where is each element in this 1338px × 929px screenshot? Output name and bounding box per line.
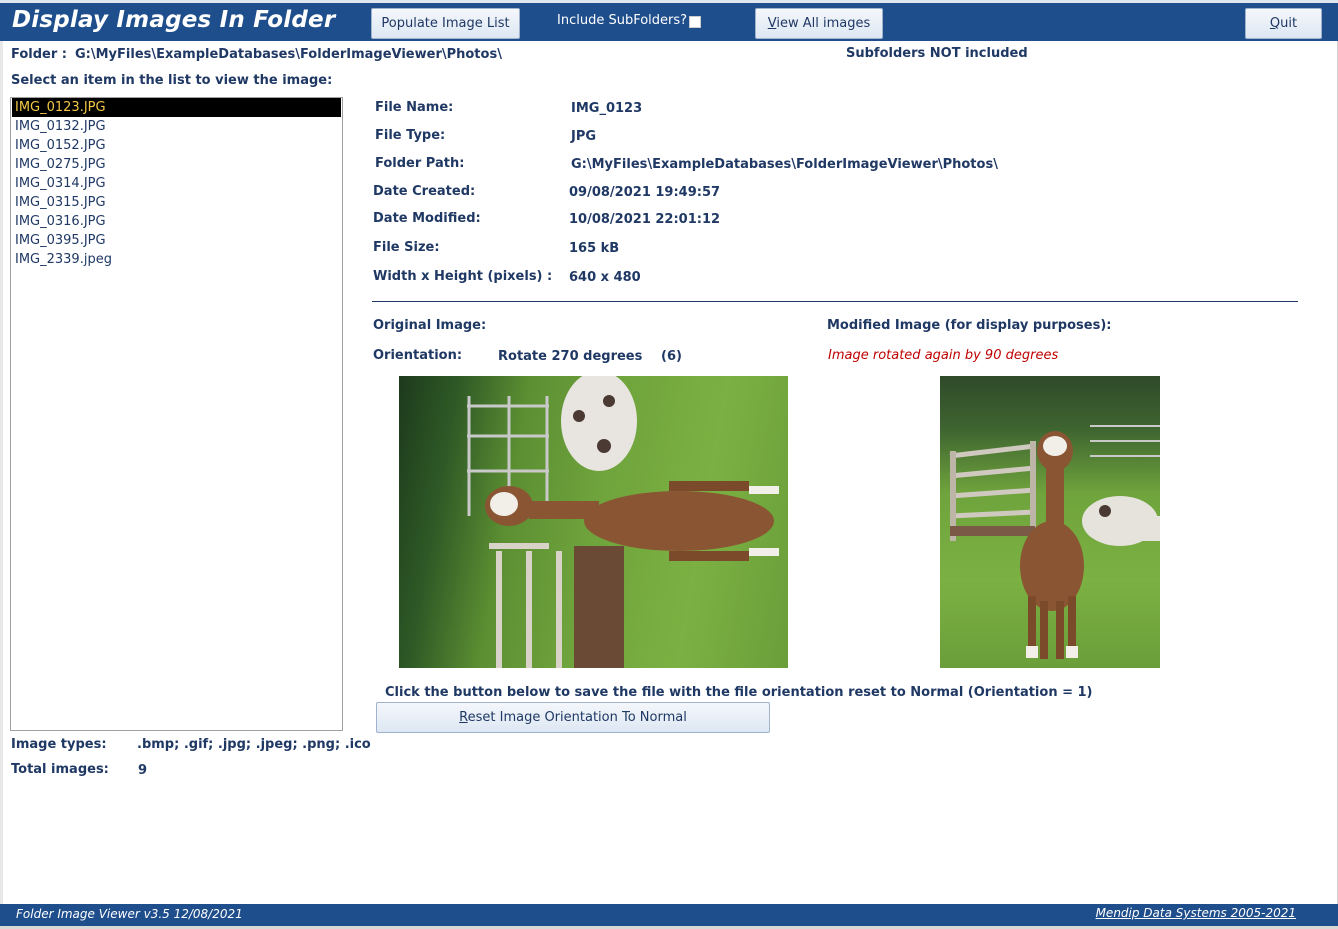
date-created-value: 09/08/2021 19:49:57 [569,185,721,200]
left-edge [0,41,3,904]
list-item[interactable]: IMG_0314.JPG [12,174,341,193]
modified-image-label: Modified Image (for display purposes): [827,318,1112,333]
list-item[interactable]: IMG_0316.JPG [12,212,341,231]
list-item[interactable]: IMG_0132.JPG [12,117,341,136]
populate-image-list-button[interactable]: Populate Image List [371,8,520,39]
quit-button[interactable]: Quit [1245,8,1322,39]
list-instruction: Select an item in the list to view the i… [11,73,333,88]
title-bar: Display Images In Folder Populate Image … [0,0,1338,41]
subfolder-status: Subfolders NOT included [846,46,1028,61]
rotation-note: Image rotated again by 90 degrees [828,348,1059,363]
folder-path-value: G:\MyFiles\ExampleDatabases\FolderImageV… [571,157,998,172]
modified-image [940,376,1160,668]
list-item[interactable]: IMG_0275.JPG [12,155,341,174]
original-image [399,376,788,668]
modified-image-picture [949,425,1160,659]
original-image-label: Original Image: [373,318,487,333]
file-name-value: IMG_0123 [571,101,643,116]
app-title: Display Images In Folder [12,7,336,33]
orientation-label: Orientation: [373,348,463,363]
list-item[interactable]: IMG_0315.JPG [12,193,341,212]
dimensions-label: Width x Height (pixels) : [373,269,553,284]
list-item[interactable]: IMG_0123.JPG [12,98,341,117]
file-name-label: File Name: [375,100,454,115]
total-images-label: Total images: [11,762,109,777]
date-modified-value: 10/08/2021 22:01:12 [569,212,721,227]
folder-label: Folder : [11,47,67,62]
reset-orientation-button[interactable]: Reset Image Orientation To Normal [376,702,770,733]
date-created-label: Date Created: [373,184,476,199]
list-item[interactable]: IMG_0395.JPG [12,231,341,250]
view-all-images-button[interactable]: View All images [755,8,883,39]
orientation-value: Rotate 270 degrees [498,349,643,364]
total-images-value: 9 [138,763,148,778]
include-subfolders-label: Include SubFolders? [557,13,688,28]
date-modified-label: Date Modified: [373,211,481,226]
image-types-value: .bmp; .gif; .jpg; .jpeg; .png; .ico [137,737,371,752]
file-type-label: File Type: [375,128,446,143]
folder-path: G:\MyFiles\ExampleDatabases\FolderImageV… [75,47,502,62]
folder-path-label: Folder Path: [375,156,465,171]
orientation-code: (6) [661,349,682,364]
image-types-label: Image types: [11,737,107,752]
footer-bar: Folder Image Viewer v3.5 12/08/2021 Mend… [0,904,1338,926]
version-label: Folder Image Viewer v3.5 12/08/2021 [16,907,243,921]
file-size-value: 165 kB [569,241,620,256]
list-item[interactable]: IMG_2339.jpeg [12,250,341,269]
file-size-label: File Size: [373,240,440,255]
dimensions-value: 640 x 480 [569,270,641,285]
reset-instruction: Click the button below to save the file … [385,685,1093,700]
credit-link[interactable]: Mendip Data Systems 2005-2021 [1096,906,1296,920]
file-type-value: JPG [571,129,597,144]
original-image-picture [467,376,779,668]
list-item[interactable]: IMG_0152.JPG [12,136,341,155]
details-divider [372,301,1298,302]
include-subfolders-checkbox[interactable] [689,16,701,28]
image-file-list[interactable]: IMG_0123.JPG IMG_0132.JPG IMG_0152.JPG I… [10,97,343,731]
